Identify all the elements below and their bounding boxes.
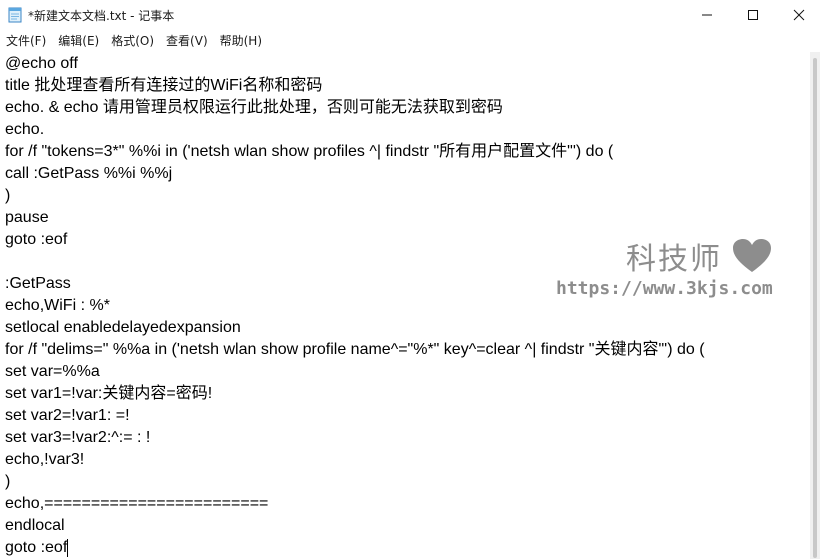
menu-file[interactable]: 文件(F) <box>0 31 52 51</box>
maximize-button[interactable] <box>730 0 776 30</box>
code-line: goto :eof <box>5 539 68 556</box>
menu-format[interactable]: 格式(O) <box>105 31 160 51</box>
minimize-button[interactable] <box>684 0 730 30</box>
close-button[interactable] <box>776 0 820 30</box>
code-line: echo,======================== <box>5 495 269 512</box>
code-line: :GetPass <box>5 275 71 292</box>
code-line: echo. & echo 请用管理员权限运行此批处理，否则可能无法获取到密码 <box>5 99 503 116</box>
code-line: echo,!var3! <box>5 451 85 468</box>
vertical-scrollbar[interactable] <box>810 52 820 559</box>
maximize-icon <box>748 10 758 20</box>
code-line: set var=%%a <box>5 363 100 380</box>
menu-view[interactable]: 查看(V) <box>160 31 214 51</box>
window-title: *新建文本文档.txt - 记事本 <box>28 9 175 23</box>
title-bar[interactable]: *新建文本文档.txt - 记事本 <box>0 0 820 30</box>
code-line: set var3=!var2:^:= : ! <box>5 429 151 446</box>
code-line: ) <box>5 187 11 204</box>
menu-bar: 文件(F) 编辑(E) 格式(O) 查看(V) 帮助(H) <box>0 30 820 52</box>
text-editor[interactable]: @echo off title 批处理查看所有连接过的WiFi名称和密码 ech… <box>0 52 810 559</box>
code-line: set var2=!var1: =! <box>5 407 130 424</box>
code-line: goto :eof <box>5 231 68 248</box>
code-line: title 批处理查看所有连接过的WiFi名称和密码 <box>5 77 323 94</box>
code-line: echo,WiFi : %* <box>5 297 110 314</box>
code-line: setlocal enabledelayedexpansion <box>5 319 241 336</box>
scrollbar-thumb[interactable] <box>813 58 817 558</box>
menu-edit[interactable]: 编辑(E) <box>52 31 105 51</box>
code-line: @echo off <box>5 55 78 72</box>
code-line: pause <box>5 209 49 226</box>
code-line: for /f "delims=" %%a in ('netsh wlan sho… <box>5 341 705 358</box>
code-line: set var1=!var:关键内容=密码! <box>5 385 213 402</box>
close-icon <box>793 9 805 21</box>
code-line: for /f "tokens=3*" %%i in ('netsh wlan s… <box>5 143 614 160</box>
menu-help[interactable]: 帮助(H) <box>214 31 268 51</box>
text-caret <box>67 538 69 557</box>
code-line: echo. <box>5 121 45 138</box>
code-line: ) <box>5 473 11 490</box>
code-line: call :GetPass %%i %%j <box>5 165 173 182</box>
code-line-with-caret: goto :eof <box>5 537 69 559</box>
minimize-icon <box>702 14 712 16</box>
code-line: endlocal <box>5 517 65 534</box>
notepad-icon <box>8 7 22 23</box>
